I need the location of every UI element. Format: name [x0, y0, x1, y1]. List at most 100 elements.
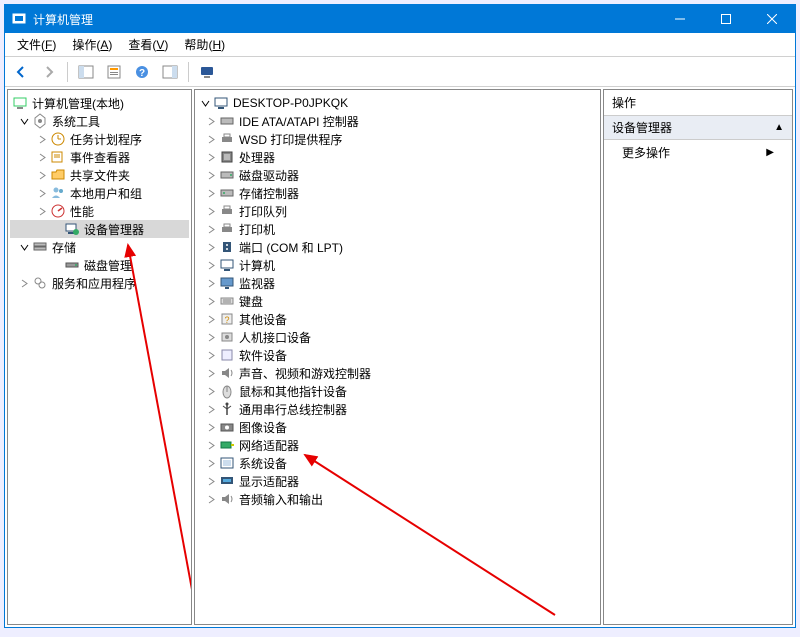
computer-management-icon [12, 95, 28, 111]
device-category-storage-controller[interactable]: 存储控制器 [197, 184, 598, 202]
help-toolbar-button[interactable]: ? [130, 60, 154, 84]
device-category-print-queue[interactable]: 打印队列 [197, 202, 598, 220]
network-adapter-icon [219, 437, 235, 453]
ports-icon [219, 239, 235, 255]
device-manager-icon [64, 221, 80, 237]
device-category-display-adapter[interactable]: 显示适配器 [197, 472, 598, 490]
tree-item-device-manager[interactable]: 设备管理器 [10, 220, 189, 238]
device-category-ports[interactable]: 端口 (COM 和 LPT) [197, 238, 598, 256]
chevron-right-icon[interactable] [36, 205, 48, 217]
tree-item-shared-folders[interactable]: 共享文件夹 [10, 166, 189, 184]
maximize-button[interactable] [703, 5, 749, 33]
body: 计算机管理(本地) 系统工具 任务计划程序 事件查看器 共享文件夹 [5, 87, 795, 627]
chevron-right-icon[interactable] [18, 277, 30, 289]
properties-button[interactable] [102, 60, 126, 84]
chevron-right-icon[interactable] [205, 367, 217, 379]
chevron-right-icon[interactable] [205, 421, 217, 433]
device-root[interactable]: DESKTOP-P0JPKQK [197, 94, 598, 112]
menu-file[interactable]: 文件(F) [9, 34, 64, 55]
chevron-down-icon[interactable] [199, 97, 211, 109]
imaging-device-icon [219, 419, 235, 435]
menu-view[interactable]: 查看(V) [120, 34, 176, 55]
back-button[interactable] [9, 60, 33, 84]
tree-root-computer-management[interactable]: 计算机管理(本地) [10, 94, 189, 112]
collapse-caret-icon[interactable]: ▲ [774, 122, 784, 133]
menu-help[interactable]: 帮助(H) [176, 34, 233, 55]
chevron-right-icon[interactable] [205, 187, 217, 199]
app-icon [11, 11, 27, 27]
titlebar[interactable]: 计算机管理 [5, 5, 795, 33]
device-category-network-adapter[interactable]: 网络适配器 [197, 436, 598, 454]
device-category-unknown-device[interactable]: ?其他设备 [197, 310, 598, 328]
chevron-right-icon[interactable] [205, 331, 217, 343]
tree-item-storage[interactable]: 存储 [10, 238, 189, 256]
tree-item-local-users[interactable]: 本地用户和组 [10, 184, 189, 202]
device-category-audio-io[interactable]: 音频输入和输出 [197, 490, 598, 508]
chevron-right-icon[interactable] [205, 169, 217, 181]
device-category-print-provider[interactable]: WSD 打印提供程序 [197, 130, 598, 148]
device-category-processor[interactable]: 处理器 [197, 148, 598, 166]
device-category-system-device[interactable]: 系统设备 [197, 454, 598, 472]
chevron-down-icon[interactable] [18, 115, 30, 127]
device-category-usb-controller[interactable]: 通用串行总线控制器 [197, 400, 598, 418]
scan-hardware-button[interactable] [195, 60, 219, 84]
device-category-ide-controller[interactable]: IDE ATA/ATAPI 控制器 [197, 112, 598, 130]
forward-button[interactable] [37, 60, 61, 84]
device-category-disk-drive[interactable]: 磁盘驱动器 [197, 166, 598, 184]
device-category-imaging-device[interactable]: 图像设备 [197, 418, 598, 436]
device-category-hid[interactable]: 人机接口设备 [197, 328, 598, 346]
chevron-right-icon[interactable] [205, 223, 217, 235]
tree-item-system-tools[interactable]: 系统工具 [10, 112, 189, 130]
chevron-right-icon[interactable] [36, 187, 48, 199]
display-adapter-icon [219, 473, 235, 489]
chevron-right-icon[interactable] [205, 349, 217, 361]
chevron-right-icon[interactable] [36, 169, 48, 181]
menu-action[interactable]: 操作(A) [64, 34, 120, 55]
device-category-keyboard[interactable]: 键盘 [197, 292, 598, 310]
device-category-monitor-device[interactable]: 监视器 [197, 274, 598, 292]
chevron-right-icon[interactable] [205, 277, 217, 289]
chevron-right-icon[interactable] [205, 151, 217, 163]
chevron-right-icon[interactable] [205, 133, 217, 145]
device-category-label: 端口 (COM 和 LPT) [239, 239, 343, 256]
chevron-right-icon[interactable] [205, 475, 217, 487]
actions-section-title[interactable]: 设备管理器 ▲ [604, 116, 792, 140]
chevron-right-icon[interactable] [36, 133, 48, 145]
chevron-right-icon[interactable] [205, 205, 217, 217]
device-category-computer-device[interactable]: 计算机 [197, 256, 598, 274]
chevron-right-icon[interactable] [36, 151, 48, 163]
print-queue-icon [219, 203, 235, 219]
chevron-right-icon[interactable] [205, 385, 217, 397]
tree-item-event-viewer[interactable]: 事件查看器 [10, 148, 189, 166]
svg-text:?: ? [139, 68, 145, 79]
chevron-right-icon[interactable] [205, 403, 217, 415]
device-category-software-device[interactable]: 软件设备 [197, 346, 598, 364]
actions-more-actions[interactable]: 更多操作 ▶ [604, 140, 792, 165]
chevron-right-icon[interactable] [205, 241, 217, 253]
close-button[interactable] [749, 5, 795, 33]
chevron-down-icon[interactable] [18, 241, 30, 253]
show-hide-console-tree-button[interactable] [74, 60, 98, 84]
tree-label: 设备管理器 [84, 221, 144, 238]
chevron-right-icon[interactable] [205, 493, 217, 505]
chevron-right-icon[interactable] [205, 313, 217, 325]
tree-item-task-scheduler[interactable]: 任务计划程序 [10, 130, 189, 148]
chevron-right-icon[interactable] [205, 457, 217, 469]
device-category-label: 图像设备 [239, 419, 287, 436]
minimize-button[interactable] [657, 5, 703, 33]
chevron-right-icon[interactable] [205, 115, 217, 127]
tree-item-performance[interactable]: 性能 [10, 202, 189, 220]
chevron-right-icon[interactable] [205, 259, 217, 271]
device-tree-pane[interactable]: DESKTOP-P0JPKQK IDE ATA/ATAPI 控制器WSD 打印提… [194, 89, 601, 625]
chevron-right-icon[interactable] [205, 439, 217, 451]
toolbar-separator [67, 62, 68, 82]
device-category-printer[interactable]: 打印机 [197, 220, 598, 238]
tree-item-disk-management[interactable]: 磁盘管理 [10, 256, 189, 274]
device-category-mouse[interactable]: 鼠标和其他指针设备 [197, 382, 598, 400]
show-hide-action-pane-button[interactable] [158, 60, 182, 84]
device-category-sound-controller[interactable]: 声音、视频和游戏控制器 [197, 364, 598, 382]
services-apps-icon [32, 275, 48, 291]
tree-item-services-apps[interactable]: 服务和应用程序 [10, 274, 189, 292]
console-tree-pane[interactable]: 计算机管理(本地) 系统工具 任务计划程序 事件查看器 共享文件夹 [7, 89, 192, 625]
chevron-right-icon[interactable] [205, 295, 217, 307]
